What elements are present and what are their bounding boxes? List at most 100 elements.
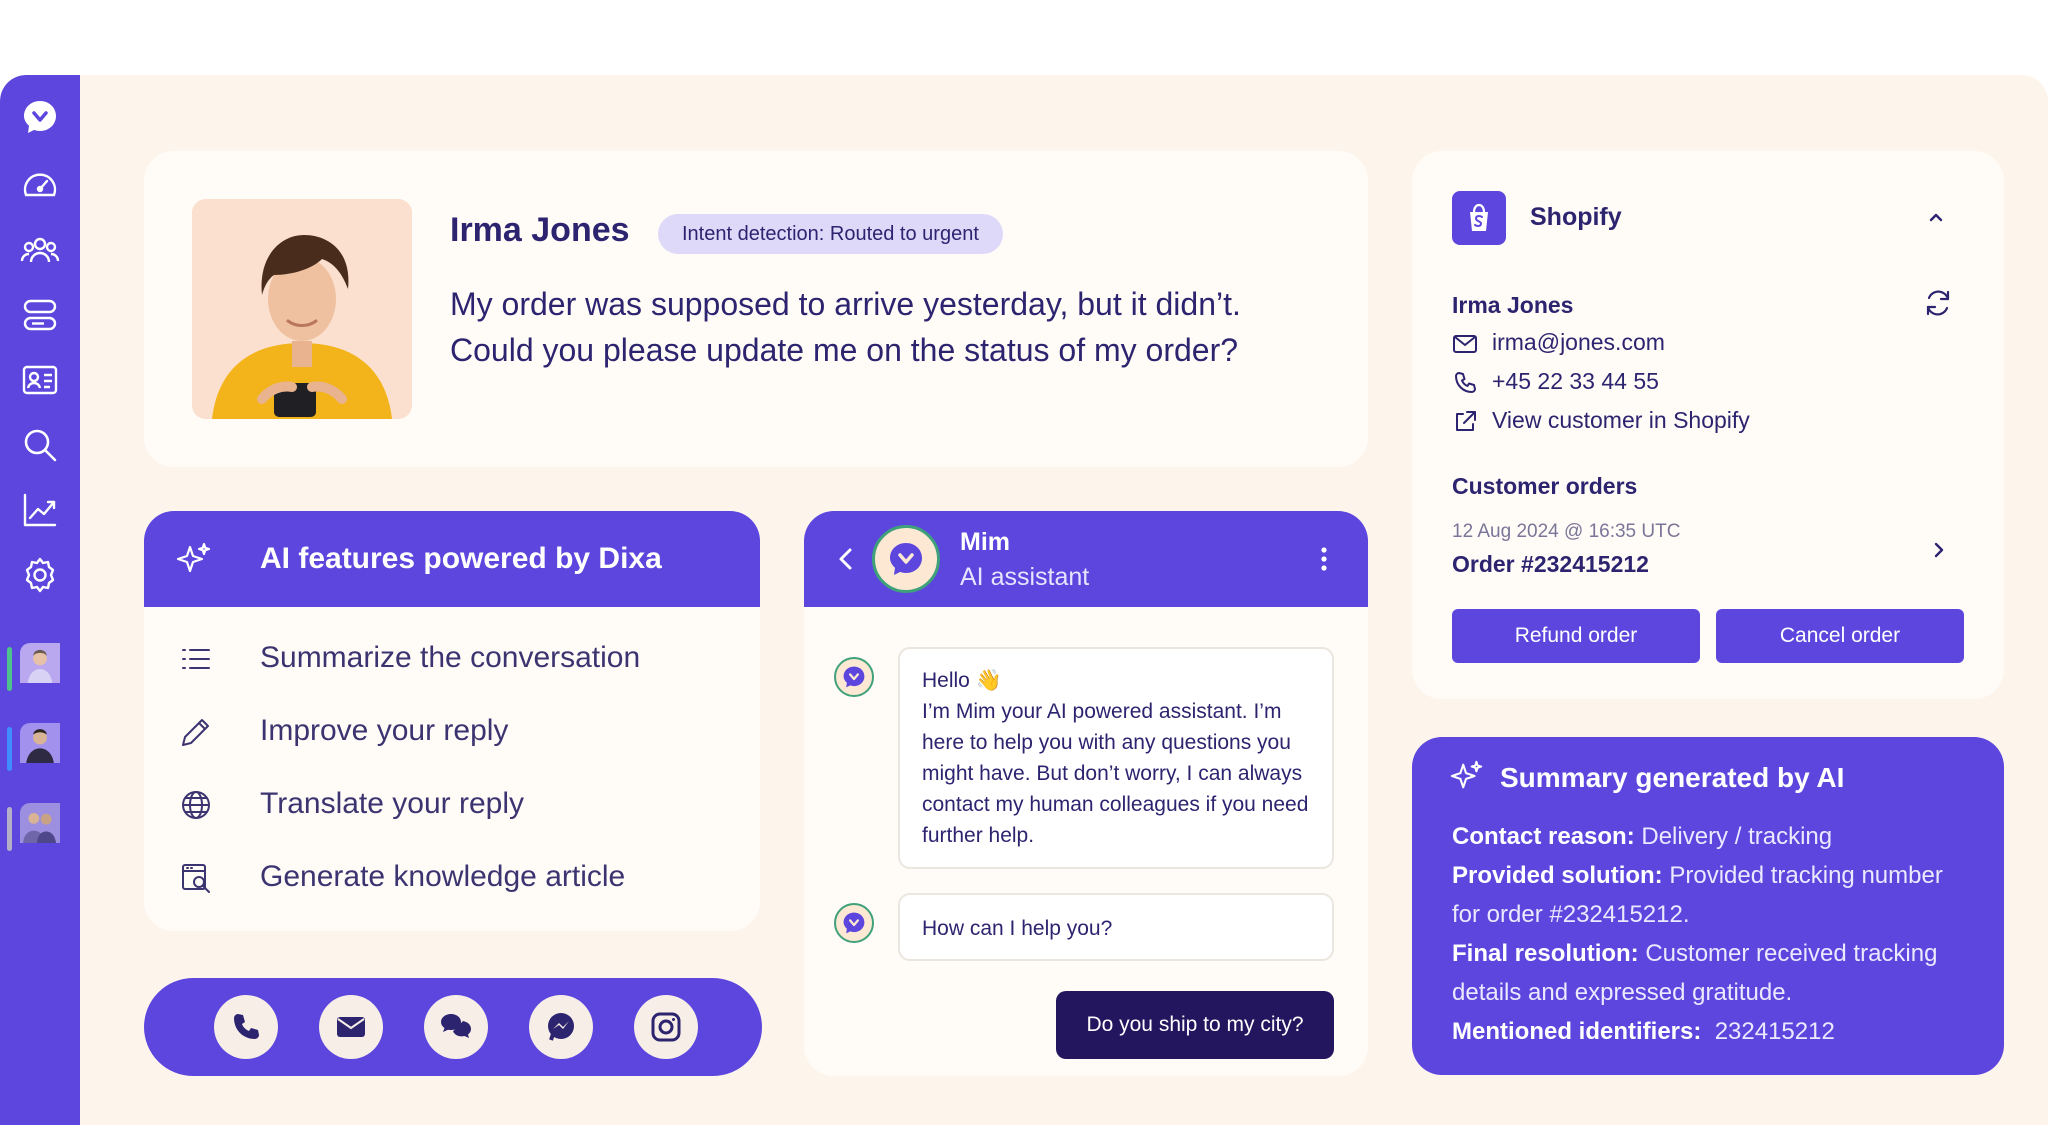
bot-prompt: How can I help you?	[898, 893, 1334, 961]
summary-value: Delivery / tracking	[1641, 823, 1833, 850]
chat-header: Mim AI assistant	[804, 511, 1368, 607]
app-window: Irma Jones Intent detection: Routed to u…	[0, 75, 2048, 1125]
feature-label: Summarize the conversation	[260, 641, 641, 674]
chevron-up-icon[interactable]	[1922, 203, 1950, 231]
phone-channel-button[interactable]	[214, 995, 278, 1059]
summary-label: Contact reason:	[1452, 823, 1635, 850]
bot-intro: I’m Mim your AI powered assistant. I’m h…	[922, 700, 1309, 847]
customer-phone[interactable]: +45 22 33 44 55	[1492, 368, 1659, 395]
messenger-icon	[548, 1013, 574, 1041]
refund-order-button[interactable]: Refund order	[1452, 609, 1700, 663]
dixa-logo-icon	[843, 912, 865, 934]
phone-icon	[1455, 372, 1476, 393]
agent-avatar[interactable]	[20, 643, 72, 695]
sparkle-icon	[1450, 760, 1483, 789]
email-icon	[337, 1017, 365, 1037]
channels-bar	[144, 978, 762, 1076]
feature-improve-reply[interactable]: Improve your reply	[144, 702, 760, 762]
agent-avatar[interactable]	[20, 803, 72, 855]
dixa-logo-icon	[843, 666, 865, 688]
instagram-channel-button[interactable]	[634, 995, 698, 1059]
search-icon[interactable]	[20, 425, 60, 465]
chevron-right-icon[interactable]	[1926, 537, 1952, 563]
summary-contact-reason: Contact reason: Delivery / tracking	[1452, 817, 1972, 856]
contact-card-icon[interactable]	[20, 360, 60, 400]
pencil-icon	[182, 719, 209, 746]
bot-avatar	[872, 525, 940, 593]
bot-greeting: Hello 👋	[922, 669, 1002, 692]
bot-message: Hello 👋 I’m Mim your AI powered assistan…	[898, 647, 1334, 869]
customer-name: Irma Jones	[450, 211, 630, 249]
user-message: Do you ship to my city?	[1056, 991, 1334, 1059]
summary-label: Final resolution:	[1452, 940, 1639, 967]
globe-icon	[182, 791, 210, 819]
feature-label: Translate your reply	[260, 787, 524, 820]
bot-avatar-small	[834, 657, 874, 697]
feature-summarize[interactable]: Summarize the conversation	[144, 629, 760, 689]
messenger-channel-button[interactable]	[529, 995, 593, 1059]
ai-features-title: AI features powered by Dixa	[260, 542, 662, 575]
summary-label: Provided solution:	[1452, 862, 1663, 889]
customer-orders-heading: Customer orders	[1452, 473, 1638, 499]
view-customer-link[interactable]: View customer in Shopify	[1492, 407, 1750, 434]
customer-photo	[192, 199, 412, 419]
analytics-icon[interactable]	[20, 490, 60, 530]
external-link-icon	[1456, 411, 1476, 431]
knowledge-search-icon	[182, 864, 210, 893]
chat-body: Hello 👋 I’m Mim your AI powered assistan…	[804, 607, 1368, 1076]
queues-icon[interactable]	[20, 295, 60, 335]
bot-role: AI assistant	[960, 563, 1090, 591]
order-number[interactable]: Order #232415212	[1452, 551, 1649, 578]
summary-value: 232415212	[1714, 1018, 1835, 1045]
settings-icon[interactable]	[20, 555, 60, 595]
shopify-title: Shopify	[1530, 203, 1622, 231]
ai-features-panel: AI features powered by Dixa Summarize th…	[144, 511, 760, 931]
agent-status-away	[7, 807, 12, 851]
dixa-logo-icon[interactable]	[20, 97, 60, 137]
feature-label: Generate knowledge article	[260, 860, 626, 893]
feature-label: Improve your reply	[260, 714, 509, 747]
agent-status-online	[7, 647, 12, 691]
feature-translate-reply[interactable]: Translate your reply	[144, 775, 760, 835]
chat-icon	[441, 1014, 471, 1038]
shopify-customer-name: Irma Jones	[1452, 292, 1574, 318]
ai-features-header: AI features powered by Dixa	[144, 511, 760, 607]
ai-summary-panel: Summary generated by AI Contact reason: …	[1412, 737, 2004, 1075]
more-options-icon[interactable]	[1308, 543, 1340, 575]
customer-message-card: Irma Jones Intent detection: Routed to u…	[144, 151, 1368, 467]
instagram-icon	[651, 1012, 681, 1042]
summary-provided-solution: Provided solution: Provided tracking num…	[1452, 856, 1972, 934]
email-channel-button[interactable]	[319, 995, 383, 1059]
sparkle-icon	[176, 542, 211, 573]
summary-title: Summary generated by AI	[1500, 762, 1845, 793]
intent-badge: Intent detection: Routed to urgent	[658, 214, 1003, 254]
customer-message: My order was supposed to arrive yesterda…	[450, 281, 1330, 373]
email-icon	[1453, 335, 1477, 353]
dashboard-gauge-icon[interactable]	[20, 165, 60, 205]
customer-message-line: Could you please update me on the status…	[450, 332, 1239, 368]
feature-knowledge-article[interactable]: Generate knowledge article	[144, 848, 760, 908]
dixa-logo-icon	[890, 543, 922, 575]
chat-channel-button[interactable]	[424, 995, 488, 1059]
phone-icon	[234, 1014, 259, 1039]
customer-message-line: My order was supposed to arrive yesterda…	[450, 286, 1241, 322]
customer-email[interactable]: irma@jones.com	[1492, 329, 1665, 356]
bot-avatar-small	[834, 903, 874, 943]
refresh-icon[interactable]	[1922, 287, 1954, 319]
order-date: 12 Aug 2024 @ 16:35 UTC	[1452, 521, 1681, 542]
summary-identifiers: Mentioned identifiers: 232415212	[1452, 1012, 1972, 1051]
shopify-logo-icon	[1452, 191, 1506, 245]
chevron-left-icon[interactable]	[830, 543, 862, 575]
summary-body: Contact reason: Delivery / tracking Prov…	[1452, 817, 1972, 1051]
bot-name: Mim	[960, 528, 1010, 556]
team-icon[interactable]	[20, 230, 60, 270]
sidebar-rail	[0, 75, 80, 1125]
cancel-order-button[interactable]: Cancel order	[1716, 609, 1964, 663]
summary-final-resolution: Final resolution: Customer received trac…	[1452, 934, 1972, 1012]
chat-widget: Mim AI assistant Hello 👋 I’m Mim your AI…	[804, 511, 1368, 1076]
agent-avatar[interactable]	[20, 723, 72, 775]
list-icon	[182, 649, 210, 669]
agent-status-active	[7, 727, 12, 771]
shopify-panel: Shopify Irma Jones irma@jones.com +45 22…	[1412, 151, 2004, 699]
summary-label: Mentioned identifiers:	[1452, 1018, 1702, 1045]
